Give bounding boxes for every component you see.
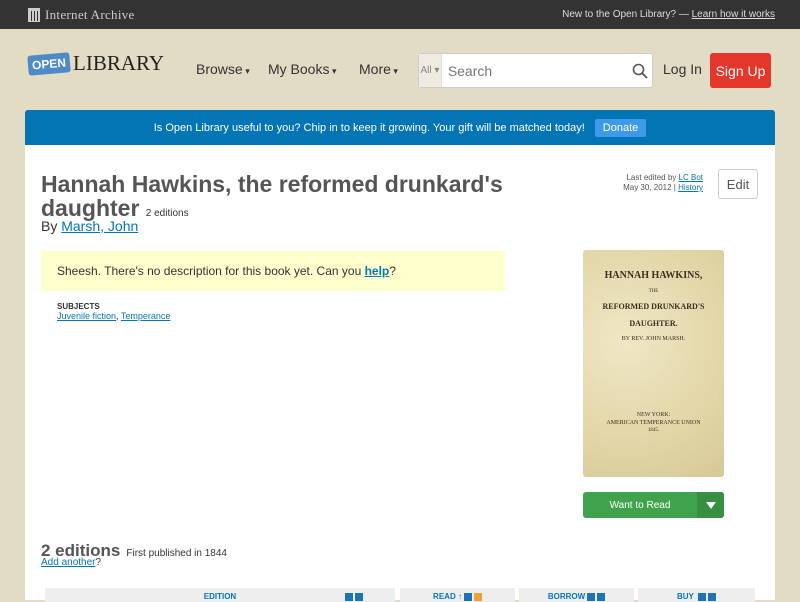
search-bar: All ▾ xyxy=(418,53,653,88)
subjects: SUBJECTS Juvenile fiction, Temperance xyxy=(57,302,171,321)
history-link[interactable]: History xyxy=(678,183,703,192)
book-page: Hannah Hawkins, the reformed drunkard's … xyxy=(25,145,775,602)
subject-link[interactable]: Juvenile fiction xyxy=(57,311,116,321)
login-link[interactable]: Log In xyxy=(663,61,702,77)
open-library-logo[interactable]: OPEN LIBRARY xyxy=(27,51,164,76)
last-edited: Last edited by LC Bot May 30, 2012 | His… xyxy=(623,173,703,192)
editor-link[interactable]: LC Bot xyxy=(679,173,703,182)
add-another-link[interactable]: Add another xyxy=(41,557,96,568)
learn-how-link[interactable]: Learn how it works xyxy=(692,9,775,20)
search-icon[interactable] xyxy=(629,54,652,87)
author-link[interactable]: Marsh, John xyxy=(61,218,138,234)
help-link[interactable]: help xyxy=(365,264,390,278)
donate-button[interactable]: Donate xyxy=(594,118,647,137)
top-bar: Internet Archive New to the Open Library… xyxy=(0,0,800,29)
signup-button[interactable]: Sign Up xyxy=(710,53,771,88)
nav-more[interactable]: More xyxy=(359,61,398,77)
archive-building-icon xyxy=(28,8,40,22)
edit-button[interactable]: Edit xyxy=(718,169,758,199)
description-box: Sheesh. There's no description for this … xyxy=(41,251,505,291)
nav-browse[interactable]: Browse xyxy=(196,61,250,77)
editions-count: 2 editions xyxy=(145,208,189,219)
search-input[interactable] xyxy=(441,54,629,87)
header: OPENLIBRARY Browse My Books More All ▾ L… xyxy=(0,29,800,109)
subject-link[interactable]: Temperance xyxy=(121,311,171,321)
search-scope-select[interactable]: All ▾ xyxy=(419,54,442,87)
chevron-down-icon[interactable] xyxy=(697,492,724,518)
donation-banner: Is Open Library useful to you? Chip in t… xyxy=(25,110,775,145)
want-to-read-button[interactable]: Want to Read xyxy=(583,492,724,518)
book-cover[interactable]: HANNAH HAWKINS, THE REFORMED DRUNKARD'S … xyxy=(583,250,724,477)
internet-archive-link[interactable]: Internet Archive xyxy=(28,7,135,23)
nav-my-books[interactable]: My Books xyxy=(268,61,337,77)
